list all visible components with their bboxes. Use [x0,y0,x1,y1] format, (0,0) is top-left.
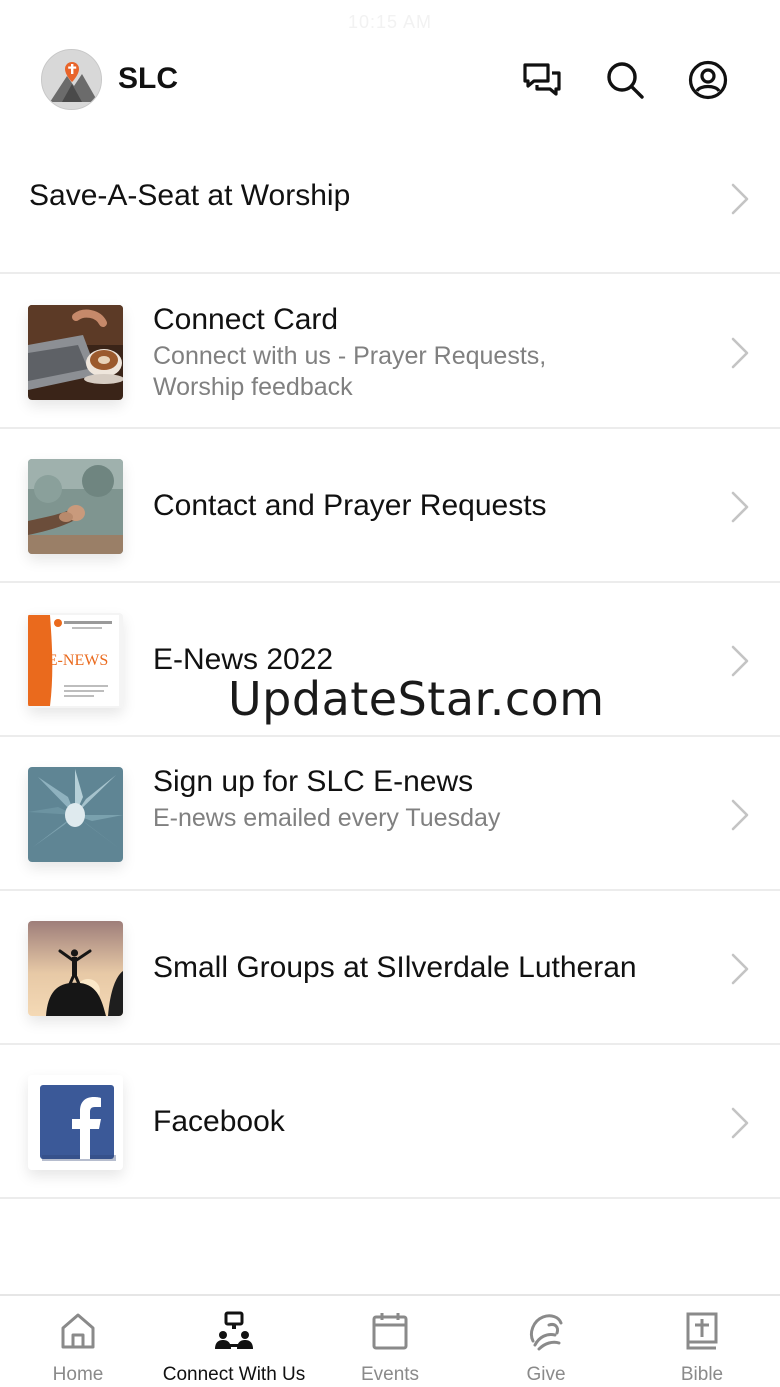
watermark-text: UpdateStar.com [228,672,605,726]
chevron-right-icon [731,799,749,831]
calendar-icon [370,1310,410,1352]
list-item-title: Sign up for SLC E-news [153,765,474,798]
chevron-right-icon [731,1107,749,1139]
chevron-right-icon [731,953,749,985]
enews-flyer-thumbnail: E-NEWS [28,613,123,708]
list-item-signup-enews[interactable]: Sign up for SLC E-news E-news emailed ev… [0,737,780,891]
list-item-title: Small Groups at SIlverdale Lutheran [153,951,637,984]
praying-hands-thumbnail [28,459,123,554]
connect-icon [214,1310,254,1352]
list-item-facebook[interactable]: Facebook [0,1045,780,1199]
status-time: 10:15 AM [347,11,433,32]
tab-home[interactable]: Home [0,1296,156,1387]
tab-label: Connect With Us [162,1364,306,1385]
bible-icon [682,1310,722,1352]
tab-bible[interactable]: Bible [624,1296,780,1387]
search-button[interactable] [603,58,647,102]
chevron-right-icon [731,337,749,369]
church-logo[interactable] [41,49,102,110]
profile-icon [688,60,728,100]
list-item-connect-card[interactable]: Connect Card Connect with us - Prayer Re… [0,275,780,429]
list-item-title: Contact and Prayer Requests [153,489,547,522]
facebook-icon [28,1075,123,1170]
save-a-seat-row[interactable]: Save-A-Seat at Worship [0,120,780,274]
search-icon [607,62,644,99]
chat-button[interactable] [520,58,564,102]
save-a-seat-label: Save-A-Seat at Worship [29,179,351,212]
app-header: SLC [0,48,780,112]
list-item-title: Connect Card [153,303,339,336]
tab-label: Give [526,1364,566,1385]
tab-events[interactable]: Events [312,1296,468,1387]
list-item-subtitle: Connect with us - Prayer Requests, Worsh… [153,342,547,401]
home-icon [58,1310,98,1352]
chevron-right-icon [731,645,749,677]
list-item-subtitle: E-news emailed every Tuesday [153,804,501,832]
tab-label: Home [52,1364,104,1385]
chevron-right-icon [731,183,749,215]
list-item-title: Facebook [153,1105,285,1138]
list-item-small-groups[interactable]: Small Groups at SIlverdale Lutheran [0,891,780,1045]
tab-connect-with-us[interactable]: Connect With Us [156,1296,312,1387]
succulent-thumbnail [28,767,123,862]
profile-button[interactable] [686,58,730,102]
list-item-contact-prayer[interactable]: Contact and Prayer Requests [0,429,780,583]
tab-label: Events [360,1364,420,1385]
tab-give[interactable]: Give [468,1296,624,1387]
tab-label: Bible [680,1364,724,1385]
coffee-laptop-thumbnail [28,305,123,400]
enews-flyer-text: E-NEWS [48,652,108,669]
connect-list: Connect Card Connect with us - Prayer Re… [0,275,780,1199]
bottom-tab-bar: Home Connect With Us Events Give Bible [0,1294,780,1387]
give-icon [526,1310,566,1352]
sunset-silhouette-thumbnail [28,921,123,1016]
chat-icon [523,63,561,96]
status-bar: 10:15 AM [0,8,780,36]
app-title: SLC [118,62,178,95]
chevron-right-icon [731,491,749,523]
